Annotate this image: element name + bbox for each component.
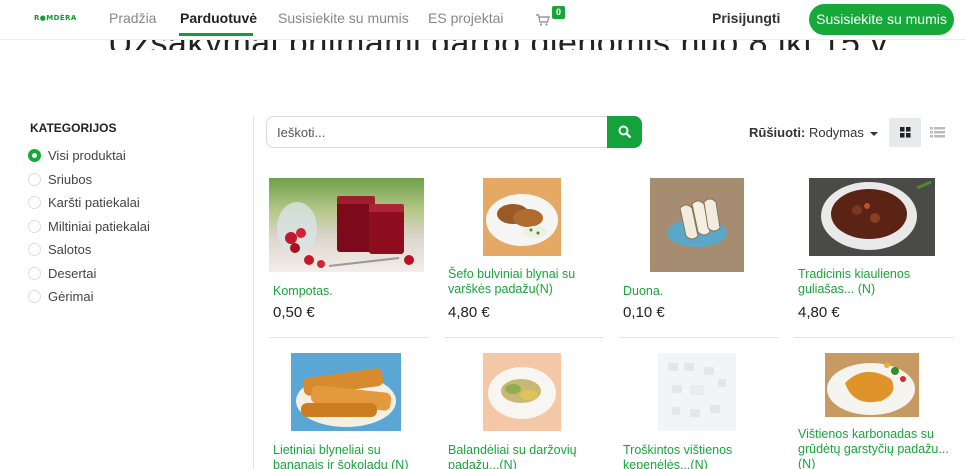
product-price: 0,50 € [273,304,315,321]
radio-icon[interactable] [28,196,41,210]
goulash-icon [821,180,932,250]
placeholder-image-icon [668,363,726,417]
product-name[interactable]: Troškintos vištienos kepenėlės...(N) [623,443,775,469]
product-name[interactable]: Tradicinis kiaulienos guliašas... (N) [798,267,950,297]
radio-icon[interactable] [28,266,41,280]
cart-count-badge: 0 [552,6,565,19]
caret-down-icon [869,131,878,136]
bread-icon [667,198,727,247]
categories-title: KATEGORIJOS [30,121,117,135]
product-image[interactable] [658,353,736,431]
nav-eu-projects[interactable]: ES projektai [428,10,503,26]
search-input[interactable] [266,116,610,148]
category-flour-dishes[interactable]: Miltiniai patiekalai [28,215,150,239]
radio-icon[interactable] [28,243,41,257]
product-image[interactable] [291,353,401,431]
search-icon [618,125,631,138]
radio-checked-icon[interactable] [28,149,41,163]
site-logo[interactable]: R●MDĖRA [34,14,77,22]
product-name[interactable]: Kompotas. [273,284,425,299]
grid-view-button[interactable] [889,118,921,147]
product-image[interactable] [483,178,561,256]
cabbage-rolls-icon [488,367,556,419]
nav-contact[interactable]: Susisiekite su mumis [278,10,409,26]
nav-shop[interactable]: Parduotuvė [180,10,257,26]
search-bar [266,116,642,148]
crepes-icon [296,368,396,427]
category-desserts[interactable]: Desertai [28,262,150,286]
product-image[interactable] [650,178,744,272]
product-image[interactable] [483,353,561,431]
list-view-button[interactable] [925,118,951,147]
potato-pancakes-icon [486,194,558,246]
site-header: R●MDĖRA Pradžia Parduotuvė Susisiekite s… [0,0,966,40]
category-hot-dishes[interactable]: Karšti patiekalai [28,191,150,215]
search-button[interactable] [607,116,642,148]
sort-dropdown[interactable]: Rūšiuoti: Rodymas [749,125,878,140]
cart-icon [536,14,550,26]
category-salads[interactable]: Salotos [28,238,150,262]
product-name[interactable]: Duona. [623,284,775,299]
product-divider [444,337,604,338]
login-link[interactable]: Prisijungti [712,10,780,26]
product-name[interactable]: Lietiniai blyneliai su bananais ir šokol… [273,443,425,469]
nav-home[interactable]: Pradžia [109,10,156,26]
compote-icon [277,196,414,268]
sidebar-divider [253,116,254,469]
product-name[interactable]: Šefo bulviniai blynai su varškės padažu(… [448,267,600,297]
grid-icon [900,127,911,138]
product-name[interactable]: Vištienos karbonadas su grūdėtų garstyči… [798,427,950,469]
radio-icon[interactable] [28,219,41,233]
product-divider [269,337,429,338]
list-icon [930,127,945,138]
product-divider [794,337,954,338]
category-list: Visi produktai Sriubos Karšti patiekalai… [28,144,150,309]
product-divider [619,337,779,338]
nav-active-underline [179,33,253,36]
category-drinks[interactable]: Gėrimai [28,285,150,309]
product-image[interactable] [269,178,424,272]
product-price: 4,80 € [798,304,840,321]
chicken-cutlet-icon [827,362,915,415]
category-all[interactable]: Visi produktai [28,144,150,168]
product-image[interactable] [809,178,935,256]
contact-cta-button[interactable]: Susisiekite su mumis [809,4,954,35]
radio-icon[interactable] [28,290,41,304]
category-soups[interactable]: Sriubos [28,168,150,192]
product-price: 0,10 € [623,304,665,321]
radio-icon[interactable] [28,172,41,186]
product-price: 4,80 € [448,304,490,321]
product-image[interactable] [825,353,919,417]
product-name[interactable]: Balandėliai su daržovių padažu...(N) [448,443,600,469]
cart-button[interactable]: 0 [536,6,565,27]
